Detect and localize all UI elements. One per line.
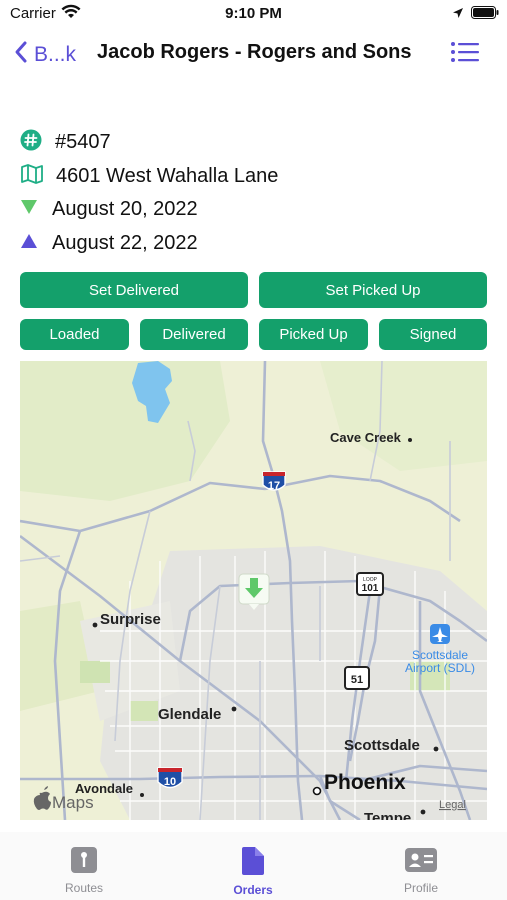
tab-profile-label: Profile: [403, 881, 438, 895]
order-number-row: #5407: [20, 129, 111, 156]
place-label-scottsdale: Scottsdale: [344, 737, 420, 754]
address-row: 4601 West Wahalla Lane: [20, 163, 278, 190]
tab-orders-label: Orders: [233, 883, 273, 897]
back-button[interactable]: B...k: [14, 40, 76, 69]
airport-poi[interactable]: [430, 624, 450, 644]
state-route-51-shield: 51: [344, 666, 370, 690]
place-dot: [408, 438, 412, 442]
end-date-row: August 22, 2022: [20, 232, 198, 255]
place-dot: [231, 706, 237, 712]
map-icon: [20, 163, 44, 190]
status-bar: Carrier 9:10 PM: [0, 0, 507, 30]
set-delivered-button[interactable]: Set Delivered: [20, 272, 248, 308]
map-view[interactable]: Cave Creek Surprise Glendale Scottsdale …: [20, 361, 487, 820]
page-title: Jacob Rogers - Rogers and Sons: [97, 41, 412, 63]
park-area: [130, 701, 158, 721]
tab-routes-label: Routes: [64, 881, 104, 895]
place-dot: [92, 622, 98, 628]
list-menu-icon[interactable]: [450, 40, 480, 69]
place-label-tempe: Tempe: [364, 810, 411, 820]
end-date: August 22, 2022: [52, 232, 198, 254]
set-picked-up-button[interactable]: Set Picked Up: [259, 272, 487, 308]
contact-card-icon: [404, 848, 438, 878]
address: 4601 West Wahalla Lane: [56, 165, 279, 187]
triangle-up-icon: [20, 233, 38, 254]
picked-up-button[interactable]: Picked Up: [259, 319, 368, 350]
tab-profile[interactable]: Profile: [366, 846, 476, 895]
park-area: [80, 661, 110, 683]
place-label-cave-creek: Cave Creek: [330, 430, 402, 445]
location-arrow-icon: [452, 6, 464, 24]
legal-link[interactable]: Legal: [439, 799, 466, 811]
delivered-button[interactable]: Delivered: [140, 319, 248, 350]
battery-icon: [471, 6, 499, 24]
back-label: B...k: [34, 42, 77, 66]
tab-routes[interactable]: Routes: [29, 846, 139, 895]
start-date-row: August 20, 2022: [20, 198, 198, 221]
navigation-bar: B...k Jacob Rogers - Rogers and Sons: [0, 34, 507, 74]
airport-label-line1: Scottsdale: [412, 648, 468, 662]
tab-orders[interactable]: Orders: [198, 846, 308, 897]
clock: 9:10 PM: [225, 5, 282, 22]
airport-label-line2: Airport (SDL): [405, 661, 475, 675]
loop-101-shield: LOOP 101: [356, 572, 384, 596]
svg-text:51: 51: [351, 674, 363, 686]
place-label-surprise: Surprise: [100, 611, 161, 628]
place-label-glendale: Glendale: [158, 706, 221, 723]
svg-text:101: 101: [362, 583, 379, 594]
triangle-down-icon: [20, 199, 38, 220]
svg-text:17: 17: [268, 480, 280, 492]
document-icon: [240, 847, 266, 880]
svg-text:10: 10: [164, 776, 176, 788]
svg-text:Maps: Maps: [52, 793, 94, 812]
order-number: #5407: [55, 131, 111, 153]
start-date: August 20, 2022: [52, 198, 198, 220]
capital-marker: [312, 786, 322, 796]
tab-bar: Routes Orders Profile: [0, 832, 507, 900]
place-dot: [420, 809, 426, 815]
loaded-button[interactable]: Loaded: [20, 319, 129, 350]
place-label-phoenix: Phoenix: [324, 771, 406, 794]
signed-button[interactable]: Signed: [379, 319, 487, 350]
chevron-left-icon: [14, 40, 28, 69]
routes-icon: [70, 847, 98, 878]
interstate-10-shield: 10: [157, 767, 183, 789]
place-dot: [140, 793, 144, 797]
place-dot: [433, 746, 439, 752]
number-sign-icon: [20, 129, 42, 156]
